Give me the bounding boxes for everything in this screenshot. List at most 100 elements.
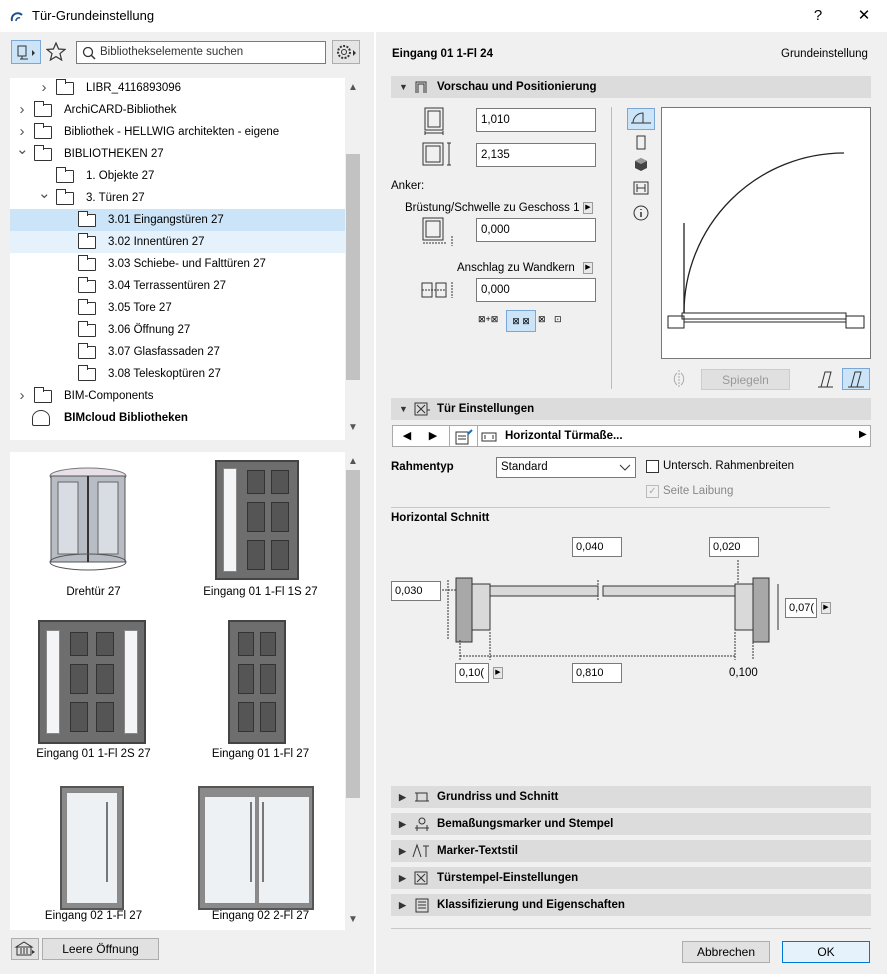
close-button[interactable]: ✕	[850, 5, 878, 27]
mirror-button[interactable]: Spiegeln	[701, 369, 790, 390]
reveal-mode-outside-icon[interactable]: ⊠	[538, 314, 552, 328]
reveal-mode-inside-icon[interactable]: ⊠+⊠	[478, 314, 498, 328]
glass-door-thumbnail-2fl[interactable]	[198, 786, 314, 910]
side-reveal-label: Seite Laibung	[663, 485, 734, 497]
chevron-down-icon[interactable]: ⌄	[38, 183, 51, 205]
elevation-view-icon[interactable]	[634, 135, 648, 151]
sill-field[interactable]: 0,000	[476, 218, 596, 242]
door-thumbnail-1s[interactable]	[215, 460, 299, 580]
preview-plan-view-button[interactable]	[627, 108, 655, 130]
folder-icon	[34, 145, 52, 161]
side-reveal-checkbox[interactable]: ✓	[646, 485, 659, 498]
tree-item[interactable]: 3.07 Glasfassaden 27	[10, 341, 345, 363]
dim-right-arrow[interactable]: ▶	[821, 602, 831, 614]
divider	[391, 507, 830, 508]
section-door-stamp-header[interactable]: ▶ Türstempel-Einstellungen	[391, 867, 871, 889]
section-marker-text-header[interactable]: ▶ Marker-Textstil	[391, 840, 871, 862]
tree-item[interactable]: 3.02 Innentüren 27	[10, 231, 345, 253]
width-field[interactable]: 1,010	[476, 108, 596, 132]
tree-scrollbar[interactable]: ▲ ▼	[345, 78, 361, 440]
tree-item[interactable]: 3.05 Tore 27	[10, 297, 345, 319]
tree-item[interactable]: › ArchiCARD-Bibliothek	[10, 99, 345, 121]
chevron-right-icon[interactable]: ›	[16, 385, 28, 407]
expand-triangle-icon: ▶	[399, 846, 406, 856]
grid-item-label[interactable]: Drehtür 27	[10, 586, 177, 598]
section-door-settings-header[interactable]: ▼ Tür Einstellungen	[391, 398, 871, 420]
chevron-down-icon[interactable]: ⌄	[16, 139, 29, 161]
dim-bottom-left-arrow[interactable]: ▶	[493, 667, 503, 679]
section-preview-header[interactable]: ▼ Vorschau und Positionierung	[391, 76, 871, 98]
section-dim-markers-header[interactable]: ▶ Bemaßungsmarker und Stempel	[391, 813, 871, 835]
library-manager-button[interactable]	[11, 938, 39, 960]
reveal-field[interactable]: 0,000	[476, 278, 596, 302]
section-view-icon[interactable]	[632, 180, 650, 196]
door-thumbnail-1fl[interactable]	[228, 620, 286, 744]
door-thumbnail-2s[interactable]	[38, 620, 146, 744]
glass-door-thumbnail-1fl[interactable]	[60, 786, 124, 910]
tree-item[interactable]: ⌄ BIBLIOTHEKEN 27	[10, 141, 345, 165]
tree-item[interactable]: 3.04 Terrassentüren 27	[10, 275, 345, 297]
tree-item[interactable]: 3.03 Schiebe- und Falttüren 27	[10, 253, 345, 275]
chevron-right-icon[interactable]: ›	[38, 78, 50, 99]
dim-right[interactable]: 0,07(	[785, 598, 817, 618]
dim-bottom-mid[interactable]: 0,810	[572, 663, 622, 683]
tree-item[interactable]: 3.01 Eingangstüren 27	[10, 209, 345, 231]
grid-item-label[interactable]: Eingang 01 1-Fl 1S 27	[177, 586, 344, 598]
tree-item[interactable]: 1. Objekte 27	[10, 165, 345, 187]
tree-item-label: BIMcloud Bibliotheken	[64, 412, 188, 424]
empty-opening-button[interactable]: Leere Öffnung	[42, 938, 159, 960]
reveal-mode-center-icon[interactable]: ⊠ ⊠	[506, 310, 536, 332]
diff-frame-widths-checkbox[interactable]	[646, 460, 659, 473]
revolving-door-thumbnail[interactable]	[48, 464, 128, 576]
tree-item[interactable]: › BIM-Components	[10, 385, 345, 407]
section-title: Tür Einstellungen	[437, 403, 535, 415]
floorplan-section-icon	[415, 792, 429, 802]
tree-item[interactable]: 3.06 Öffnung 27	[10, 319, 345, 341]
page-list-icon[interactable]	[453, 428, 475, 446]
prev-page-button[interactable]: ◀	[397, 429, 417, 445]
cancel-button[interactable]: Abbrechen	[682, 941, 770, 963]
grid-item-label[interactable]: Eingang 02 1-Fl 27	[10, 910, 177, 922]
open-side-right-button[interactable]	[842, 368, 870, 390]
section-floorplan-header[interactable]: ▶ Grundriss und Schnitt	[391, 786, 871, 808]
dim-top-mid[interactable]: 0,040	[572, 537, 622, 557]
wall-reveal-icon	[421, 282, 453, 298]
dim-left[interactable]: 0,030	[391, 581, 441, 601]
open-side-left-icon[interactable]	[815, 369, 837, 390]
tree-item[interactable]: › Bibliothek - HELLWIG architekten - eige…	[10, 121, 345, 143]
page-menu-arrow-icon[interactable]: ▶	[859, 429, 867, 440]
grid-item-label[interactable]: Eingang 01 1-Fl 27	[177, 748, 344, 760]
info-icon[interactable]	[633, 205, 649, 221]
reveal-reference-arrow[interactable]: ▶	[583, 262, 593, 274]
library-view-toggle-button[interactable]	[11, 40, 41, 64]
search-settings-button[interactable]	[332, 40, 360, 64]
grid-scrollbar-thumb[interactable]	[346, 470, 360, 798]
3d-view-icon[interactable]	[634, 157, 648, 173]
dim-bottom-left[interactable]: 0,10(	[455, 663, 489, 683]
page-navigator: ◀ ▶ Horizontal Türmaße... ▶	[392, 425, 871, 447]
page-title[interactable]: Horizontal Türmaße...	[505, 430, 623, 442]
next-page-button[interactable]: ▶	[423, 429, 443, 445]
tree-item[interactable]: ⌄ 3. Türen 27	[10, 185, 345, 209]
reveal-mode-core-icon[interactable]: ⊡	[554, 314, 568, 328]
help-button[interactable]: ?	[804, 5, 832, 27]
chevron-right-icon[interactable]: ›	[16, 99, 28, 121]
sill-reference-arrow[interactable]: ▶	[583, 202, 593, 214]
tree-item[interactable]: › LIBR_4116893096	[10, 78, 345, 99]
tree-view-icon	[17, 45, 35, 60]
folder-icon	[56, 167, 74, 183]
tree-item[interactable]: 3.08 Teleskoptüren 27	[10, 363, 345, 385]
grid-item-label[interactable]: Eingang 01 1-Fl 2S 27	[10, 748, 177, 760]
section-classification-header[interactable]: ▶ Klassifizierung und Eigenschaften	[391, 894, 871, 916]
frame-type-select[interactable]: Standard	[496, 457, 636, 478]
grid-scrollbar[interactable]: ▲ ▼	[345, 452, 361, 930]
favorites-star-icon[interactable]	[45, 41, 67, 62]
dim-top-right[interactable]: 0,020	[709, 537, 759, 557]
ok-button[interactable]: OK	[782, 941, 870, 963]
tree-item[interactable]: BIMcloud Bibliotheken	[10, 407, 345, 429]
section-title: Marker-Textstil	[437, 845, 518, 857]
section-title: Klassifizierung und Eigenschaften	[437, 899, 625, 911]
grid-item-label[interactable]: Eingang 02 2-Fl 27	[177, 910, 344, 922]
height-field[interactable]: 2,135	[476, 143, 596, 167]
tree-scrollbar-thumb[interactable]	[346, 154, 360, 380]
